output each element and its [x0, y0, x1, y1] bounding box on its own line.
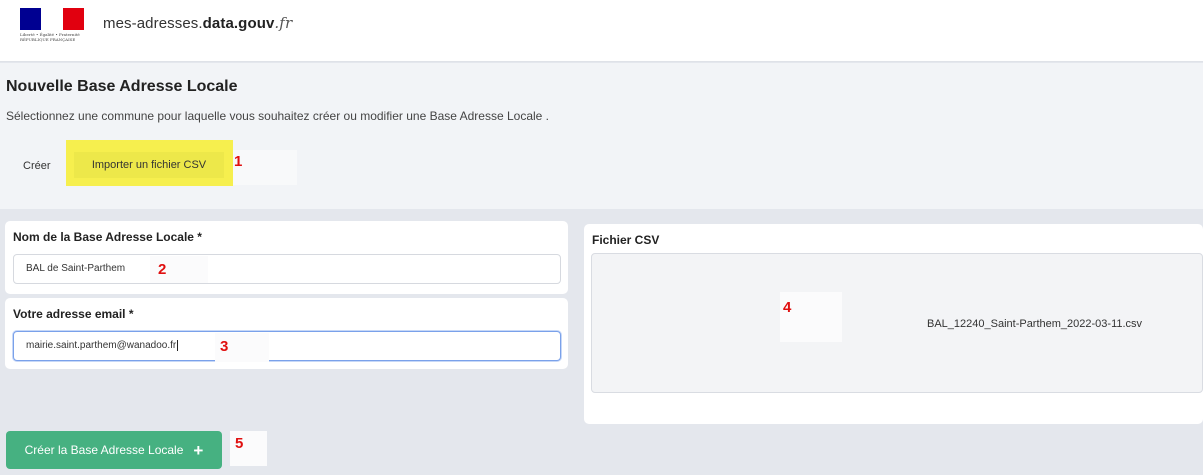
logo-caption: Liberté • Égalité • Fraternité RÉPUBLIQU… [20, 32, 80, 42]
tab-import-csv[interactable]: Importer un fichier CSV [74, 152, 224, 178]
republique-francaise-logo[interactable]: Liberté • Égalité • Fraternité RÉPUBLIQU… [20, 8, 84, 48]
page-title: Nouvelle Base Adresse Locale [6, 78, 238, 95]
annotation-backdrop [233, 150, 297, 185]
csv-file-label: Fichier CSV [592, 233, 660, 247]
annotation-marker-2: 2 [158, 261, 167, 278]
tab-create[interactable]: Créer [23, 160, 51, 172]
csv-filename: BAL_12240_Saint-Parthem_2022-03-11.csv [927, 318, 1143, 330]
create-bal-button-label: Créer la Base Adresse Locale [24, 443, 184, 457]
bal-name-value: BAL de Saint-Parthem [26, 263, 126, 274]
page-description: Sélectionnez une commune pour laquelle v… [6, 109, 549, 123]
email-label: Votre adresse email * [13, 307, 134, 321]
french-flag-icon [20, 8, 84, 30]
bal-name-input[interactable]: BAL de Saint-Parthem [13, 254, 561, 284]
create-bal-button[interactable]: Créer la Base Adresse Locale + [6, 431, 222, 469]
brand-prefix: mes-adresses. [103, 15, 203, 32]
annotation-marker-5: 5 [235, 435, 244, 452]
annotation-marker-1: 1 [234, 153, 243, 170]
site-brand[interactable]: mes-adresses.data.gouv.fr [103, 14, 292, 32]
text-cursor [177, 339, 179, 351]
annotation-marker-3: 3 [220, 338, 229, 355]
brand-suffix: .fr [274, 14, 293, 32]
site-header: Liberté • Égalité • Fraternité RÉPUBLIQU… [0, 0, 1203, 62]
annotation-marker-4: 4 [783, 299, 792, 316]
email-input[interactable]: mairie.saint.parthem@wanadoo.fr [13, 331, 561, 361]
brand-bold: data.gouv [202, 15, 275, 32]
bal-name-label: Nom de la Base Adresse Locale * [13, 230, 202, 244]
email-value: mairie.saint.parthem@wanadoo.fr [26, 340, 177, 351]
plus-icon: + [193, 440, 204, 460]
